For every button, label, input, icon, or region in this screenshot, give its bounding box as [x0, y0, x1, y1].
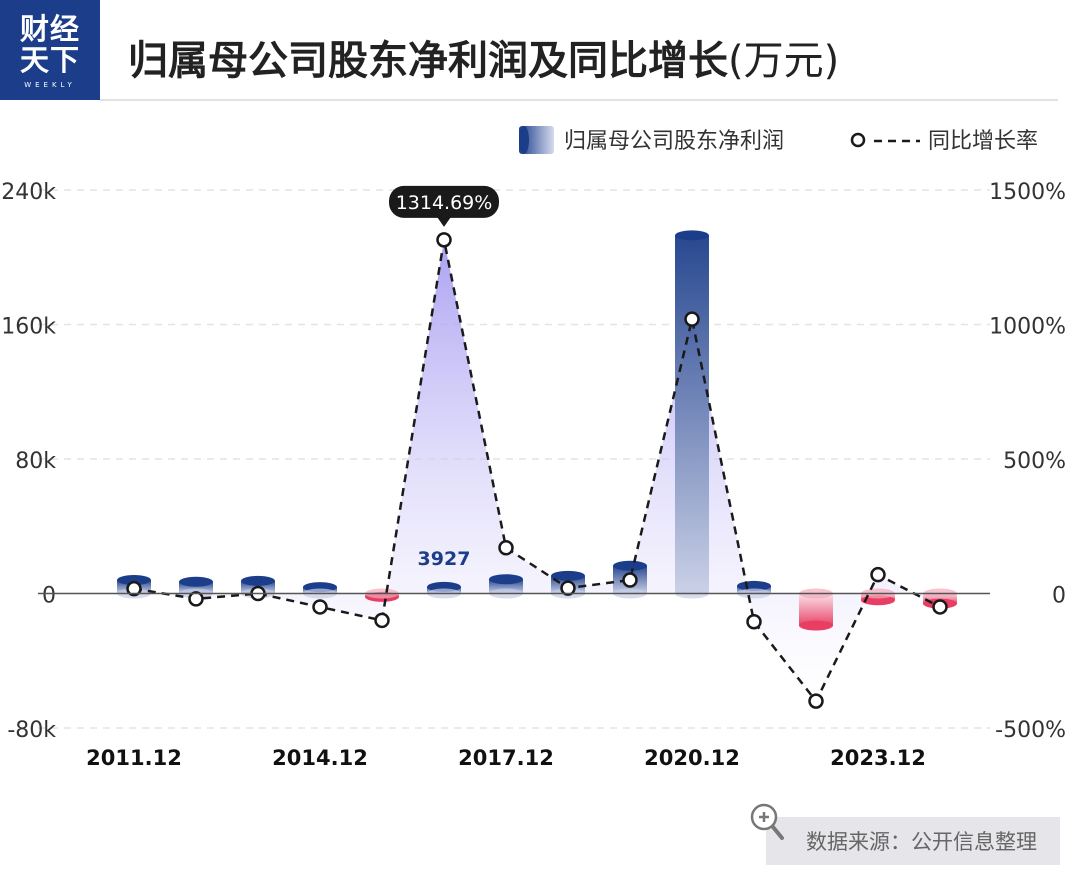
legend-line-label: 同比增长率	[928, 129, 1038, 154]
bar	[365, 588, 399, 602]
bar	[675, 230, 709, 599]
growth-point	[808, 693, 824, 709]
bar-cap	[675, 230, 709, 241]
source-box: 数据来源：公开信息整理	[750, 803, 1060, 865]
growth-point	[746, 613, 762, 630]
left-tick-label: 0	[42, 584, 56, 609]
bar	[303, 582, 337, 599]
bar-value-label: 3927	[418, 548, 471, 570]
growth-point	[560, 580, 576, 596]
left-tick-label: 160k	[1, 315, 56, 340]
right-tick-label: 0	[1052, 584, 1066, 609]
left-tick-label: -80k	[7, 718, 56, 743]
axes: 240k 160k 80k 0 -80k 1500% 1000% 500% 0 -500% 2011…	[1, 180, 1066, 770]
tooltip-label: 1314.69%	[396, 192, 493, 214]
growth-point	[374, 612, 390, 629]
bar	[799, 588, 833, 631]
right-tick-label: 500%	[1003, 449, 1066, 474]
legend-line-marker	[850, 132, 866, 148]
legend-item-line: 同比增长率	[850, 129, 1038, 154]
bar-cap	[489, 574, 523, 585]
bar-cap	[241, 575, 275, 586]
bar	[489, 574, 523, 599]
bar-cap	[799, 620, 833, 631]
chart: 240k 160k 80k 0 -80k 1500% 1000% 500% 0 -500% 2011…	[1, 126, 1066, 770]
grid-lines	[38, 189, 990, 729]
x-tick-label: 2023.12	[830, 746, 926, 770]
x-tick-label: 2011.12	[86, 746, 182, 770]
growth-point	[312, 599, 328, 615]
bar-body	[675, 235, 709, 594]
growth-point	[870, 566, 886, 583]
left-tick-label: 80k	[15, 449, 56, 474]
growth-area-fill	[134, 239, 940, 702]
right-tick-label: -500%	[995, 718, 1066, 743]
legend: 归属母公司股东净利润 同比增长率	[519, 126, 1038, 154]
growth-point	[932, 599, 948, 615]
source-text: 数据来源：公开信息整理	[806, 830, 1037, 854]
growth-point	[498, 540, 514, 556]
legend-item-bars: 归属母公司股东净利润	[519, 126, 784, 154]
bar	[427, 581, 461, 599]
x-tick-label: 2017.12	[458, 746, 554, 770]
x-tick-label: 2020.12	[644, 746, 740, 770]
tooltip-pointer	[437, 216, 451, 227]
bar	[737, 580, 771, 599]
right-tick-label: 1000%	[989, 315, 1066, 340]
bar-cap	[179, 576, 213, 587]
legend-bar-swatch-cap	[519, 126, 529, 154]
growth-point	[188, 591, 204, 607]
growth-area	[134, 239, 940, 702]
bar-cap	[613, 560, 647, 571]
growth-point	[622, 572, 638, 588]
x-tick-label: 2014.12	[272, 746, 368, 770]
left-tick-label: 240k	[1, 180, 56, 205]
right-tick-label: 1500%	[989, 180, 1066, 205]
magnifier-plus-icon	[750, 803, 784, 840]
tooltip: 1314.69%	[389, 185, 499, 227]
growth-point	[684, 311, 700, 327]
growth-point	[436, 232, 452, 248]
legend-bar-label: 归属母公司股东净利润	[564, 129, 784, 154]
